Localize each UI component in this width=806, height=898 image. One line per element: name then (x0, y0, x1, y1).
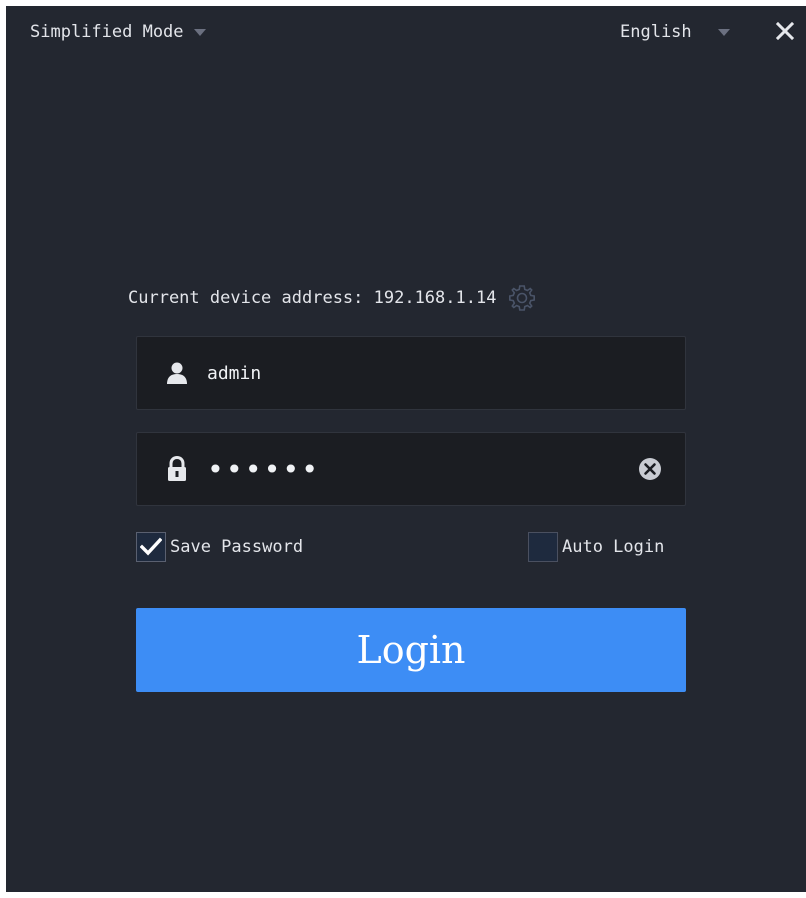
auto-login-checkbox[interactable]: Auto Login (528, 532, 664, 562)
clear-icon (639, 458, 661, 480)
close-button[interactable] (772, 18, 798, 44)
mode-dropdown[interactable]: Simplified Mode (30, 22, 206, 42)
device-address-text: Current device address: 192.168.1.14 (128, 288, 497, 308)
save-password-label: Save Password (170, 537, 304, 557)
auto-login-box[interactable] (528, 532, 558, 562)
gear-icon (509, 285, 536, 311)
password-input[interactable] (197, 433, 635, 505)
lock-icon (157, 456, 197, 482)
auto-login-label: Auto Login (562, 537, 665, 557)
login-window: Simplified Mode English Current device a… (6, 6, 806, 892)
user-icon (157, 361, 197, 385)
save-password-box[interactable] (136, 532, 166, 562)
login-button[interactable]: Login (136, 608, 686, 692)
mode-label: Simplified Mode (30, 22, 184, 42)
close-icon (776, 22, 794, 40)
language-label: English (620, 22, 692, 42)
checkmark-icon (140, 537, 162, 556)
device-settings-button[interactable] (506, 282, 538, 314)
username-field[interactable] (136, 336, 686, 410)
chevron-down-icon (193, 28, 206, 36)
username-input[interactable] (197, 337, 685, 409)
save-password-checkbox[interactable]: Save Password (136, 532, 303, 562)
password-field[interactable] (136, 432, 686, 506)
device-address-row: Current device address: 192.168.1.14 (128, 282, 538, 314)
chevron-down-icon (717, 28, 730, 36)
clear-password-button[interactable] (635, 454, 665, 484)
language-dropdown[interactable]: English (620, 22, 730, 42)
